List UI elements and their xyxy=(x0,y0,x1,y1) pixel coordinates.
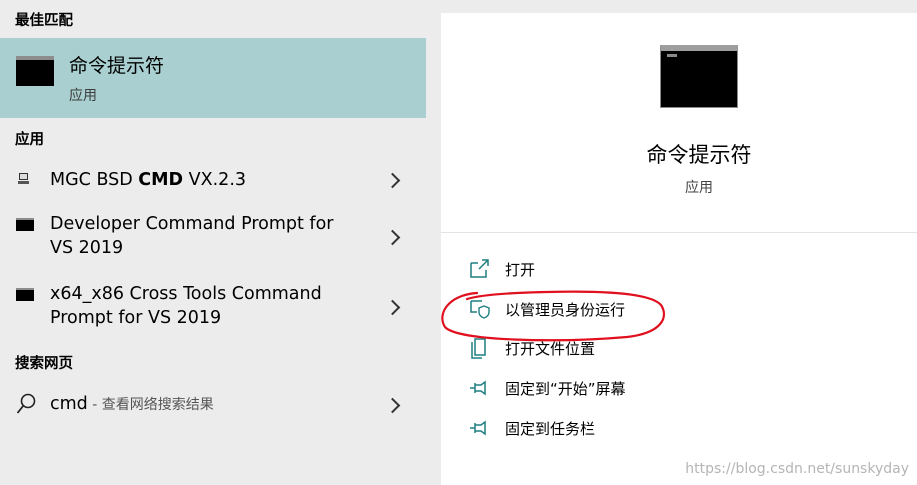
web-search-label: cmd - 查看网络搜索结果 xyxy=(50,394,214,414)
search-results-panel: 最佳匹配 命令提示符 应用 应用 MGC BSD CMD VX.2.3 Deve… xyxy=(0,0,426,485)
divider xyxy=(441,232,917,233)
best-match-item[interactable]: 命令提示符 应用 xyxy=(0,38,426,118)
detail-title: 命令提示符 xyxy=(646,143,752,167)
run-as-admin-action[interactable]: 以管理员身份运行 xyxy=(469,298,889,328)
detail-subtitle: 应用 xyxy=(685,180,713,196)
terminal-app-icon xyxy=(18,173,29,184)
command-prompt-icon xyxy=(16,56,54,86)
open-icon xyxy=(470,259,489,278)
command-prompt-icon xyxy=(16,288,34,301)
command-prompt-icon xyxy=(16,218,34,231)
pin-to-taskbar-action[interactable]: 固定到任务栏 xyxy=(469,417,889,447)
web-search-item[interactable]: cmd - 查看网络搜索结果 xyxy=(0,385,426,423)
app-item-x64-x86-cross-tools[interactable]: x64_x86 Cross Tools Command Prompt for V… xyxy=(0,280,426,332)
action-label: 以管理员身份运行 xyxy=(505,301,626,319)
app-item-mgc-bsd-cmd[interactable]: MGC BSD CMD VX.2.3 xyxy=(0,160,426,200)
pin-icon xyxy=(470,380,486,396)
action-label: 打开文件位置 xyxy=(505,340,596,358)
action-label: 固定到“开始”屏幕 xyxy=(505,380,626,398)
action-label: 打开 xyxy=(505,261,536,279)
shield-icon xyxy=(470,300,490,319)
open-action[interactable]: 打开 xyxy=(469,258,889,288)
pin-to-start-action[interactable]: 固定到“开始”屏幕 xyxy=(469,377,889,407)
chevron-right-icon[interactable] xyxy=(384,229,401,246)
app-item-developer-command-prompt[interactable]: Developer Command Prompt for VS 2019 xyxy=(0,210,426,262)
action-label: 固定到任务栏 xyxy=(505,420,596,438)
best-match-title: 命令提示符 xyxy=(69,55,165,77)
open-file-location-action[interactable]: 打开文件位置 xyxy=(469,337,889,367)
section-header-best-match: 最佳匹配 xyxy=(15,13,73,29)
best-match-subtitle: 应用 xyxy=(69,88,97,104)
chevron-right-icon[interactable] xyxy=(384,299,401,316)
watermark: https://blog.csdn.net/sunskyday xyxy=(685,461,909,477)
file-location-icon xyxy=(471,338,486,359)
app-detail-panel: 命令提示符 应用 打开 以管理员身份运行 打开文件位置 固定到“开始”屏幕 固定… xyxy=(441,13,917,485)
section-header-apps: 应用 xyxy=(15,132,44,148)
chevron-right-icon[interactable] xyxy=(384,172,401,189)
app-item-label: x64_x86 Cross Tools Command Prompt for V… xyxy=(50,284,322,328)
search-icon xyxy=(16,393,36,414)
chevron-right-icon[interactable] xyxy=(384,397,401,414)
app-item-label: MGC BSD CMD VX.2.3 xyxy=(50,170,247,190)
command-prompt-icon xyxy=(660,45,738,108)
pin-icon xyxy=(470,420,486,436)
app-item-label: Developer Command Prompt for VS 2019 xyxy=(50,214,334,258)
section-header-web-search: 搜索网页 xyxy=(15,356,73,372)
